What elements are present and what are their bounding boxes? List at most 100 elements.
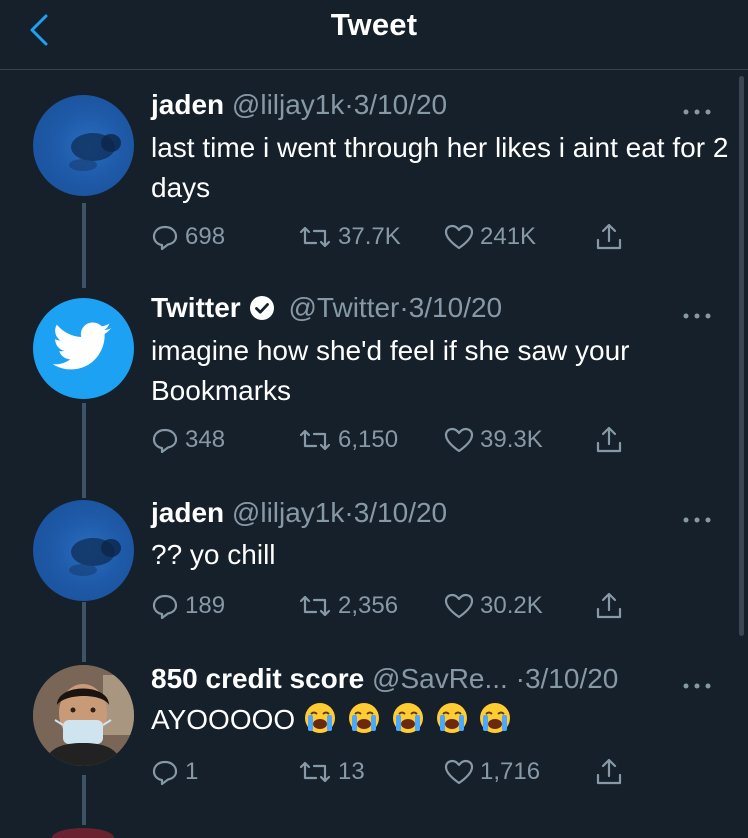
more-icon	[683, 109, 711, 115]
like-count: 30.2K	[480, 592, 543, 619]
heart-icon	[444, 427, 474, 453]
like-count: 1,716	[480, 758, 541, 785]
twitter-bird-icon	[52, 322, 112, 370]
tweet-date[interactable]: 3/10/20	[354, 497, 447, 528]
retweet-button[interactable]: 13	[298, 755, 365, 789]
thread-line	[82, 203, 86, 288]
crying-face-emoji	[480, 703, 511, 733]
tweet-header: 850 credit score @SavRe... ·3/10/20	[151, 662, 618, 696]
like-button[interactable]: 39.3K	[444, 423, 543, 457]
heart-icon	[444, 593, 474, 619]
thread-line	[82, 775, 86, 825]
more-options-button[interactable]	[682, 104, 712, 115]
user-handle[interactable]: @SavRe...	[372, 663, 508, 694]
retweet-icon	[299, 429, 331, 451]
tweet-text: ?? yo chill	[151, 539, 276, 570]
reply-icon	[152, 428, 178, 454]
share-icon	[596, 426, 622, 453]
retweet-icon	[299, 761, 331, 783]
separator: ·	[399, 292, 409, 323]
tweet-text: last time i went through her likes i ain…	[151, 132, 729, 203]
tweet-actions: 1 13 1,716	[151, 755, 641, 789]
more-options-button[interactable]	[682, 308, 712, 319]
separator: ·	[344, 497, 354, 528]
crying-face-emoji	[305, 703, 336, 733]
separator: ·	[515, 663, 525, 694]
tweet-date[interactable]: 3/10/20	[525, 663, 618, 694]
page-title: Tweet	[330, 7, 418, 42]
share-button[interactable]	[594, 589, 630, 623]
crying-face-emoji	[436, 703, 467, 733]
thread-line	[82, 403, 86, 498]
tweet-text: imagine how she'd feel if she saw your B…	[151, 335, 630, 406]
share-button[interactable]	[594, 423, 630, 457]
reply-count: 1	[185, 758, 199, 785]
reply-button[interactable]: 698	[151, 220, 225, 254]
crying-face-emoji	[348, 703, 379, 733]
share-icon	[596, 223, 622, 250]
display-name[interactable]: jaden	[151, 497, 224, 528]
more-icon	[683, 517, 711, 523]
retweet-count: 13	[338, 758, 365, 785]
emoji-group	[303, 701, 514, 746]
reply-icon	[152, 225, 178, 251]
tweet-header: Twitter @Twitter·3/10/20	[151, 291, 502, 325]
share-icon	[596, 592, 622, 619]
scrollbar[interactable]	[739, 76, 744, 636]
retweet-button[interactable]: 37.7K	[298, 220, 401, 254]
like-count: 241K	[480, 223, 537, 250]
display-name[interactable]: Twitter	[151, 292, 241, 323]
like-button[interactable]: 30.2K	[444, 589, 543, 623]
tweet-header: jaden @liljay1k·3/10/20	[151, 88, 447, 122]
thread-line	[82, 602, 86, 662]
retweet-count: 37.7K	[338, 223, 401, 250]
reply-icon	[152, 760, 178, 786]
tweet-text-container: AYOOOOO	[151, 700, 731, 746]
avatar[interactable]	[33, 298, 134, 399]
tweet-actions: 348 6,150 39.3K	[151, 423, 641, 457]
tweet-actions: 189 2,356 30.2K	[151, 589, 641, 623]
more-options-button[interactable]	[682, 678, 712, 689]
share-button[interactable]	[594, 220, 630, 254]
reply-icon	[152, 594, 178, 620]
retweet-icon	[299, 595, 331, 617]
tweet-actions: 698 37.7K 241K	[151, 220, 641, 254]
retweet-button[interactable]: 2,356	[298, 589, 398, 623]
reply-button[interactable]: 1	[151, 755, 198, 789]
share-icon	[596, 758, 622, 785]
retweet-icon	[299, 226, 331, 248]
tweet-date[interactable]: 3/10/20	[354, 89, 447, 120]
user-handle[interactable]: @liljay1k	[232, 497, 344, 528]
separator: ·	[344, 89, 354, 120]
reply-button[interactable]: 189	[151, 589, 225, 623]
display-name[interactable]: 850 credit score	[151, 663, 364, 694]
like-button[interactable]: 241K	[444, 220, 536, 254]
share-button[interactable]	[594, 755, 630, 789]
heart-icon	[444, 759, 474, 785]
crying-face-emoji	[392, 703, 423, 733]
tweet-header: jaden @liljay1k·3/10/20	[151, 496, 447, 530]
retweet-count: 6,150	[338, 426, 399, 453]
user-handle[interactable]: @Twitter	[288, 292, 399, 323]
more-icon	[683, 683, 711, 689]
like-count: 39.3K	[480, 426, 543, 453]
avatar[interactable]	[52, 828, 114, 838]
user-handle[interactable]: @liljay1k	[232, 89, 344, 120]
tweet-date[interactable]: 3/10/20	[409, 292, 502, 323]
like-button[interactable]: 1,716	[444, 755, 540, 789]
reply-button[interactable]: 348	[151, 423, 225, 457]
verified-badge-icon	[249, 296, 274, 320]
retweet-button[interactable]: 6,150	[298, 423, 398, 457]
reply-count: 189	[185, 592, 226, 619]
more-options-button[interactable]	[682, 512, 712, 523]
retweet-count: 2,356	[338, 592, 399, 619]
heart-icon	[444, 224, 474, 250]
display-name[interactable]: jaden	[151, 89, 224, 120]
avatar[interactable]	[33, 95, 134, 196]
header-bar: Tweet	[0, 0, 748, 70]
avatar[interactable]	[33, 665, 134, 766]
reply-count: 348	[185, 426, 226, 453]
reply-count: 698	[185, 223, 226, 250]
avatar[interactable]	[33, 500, 134, 601]
tweet-text: AYOOOOO	[151, 704, 296, 735]
